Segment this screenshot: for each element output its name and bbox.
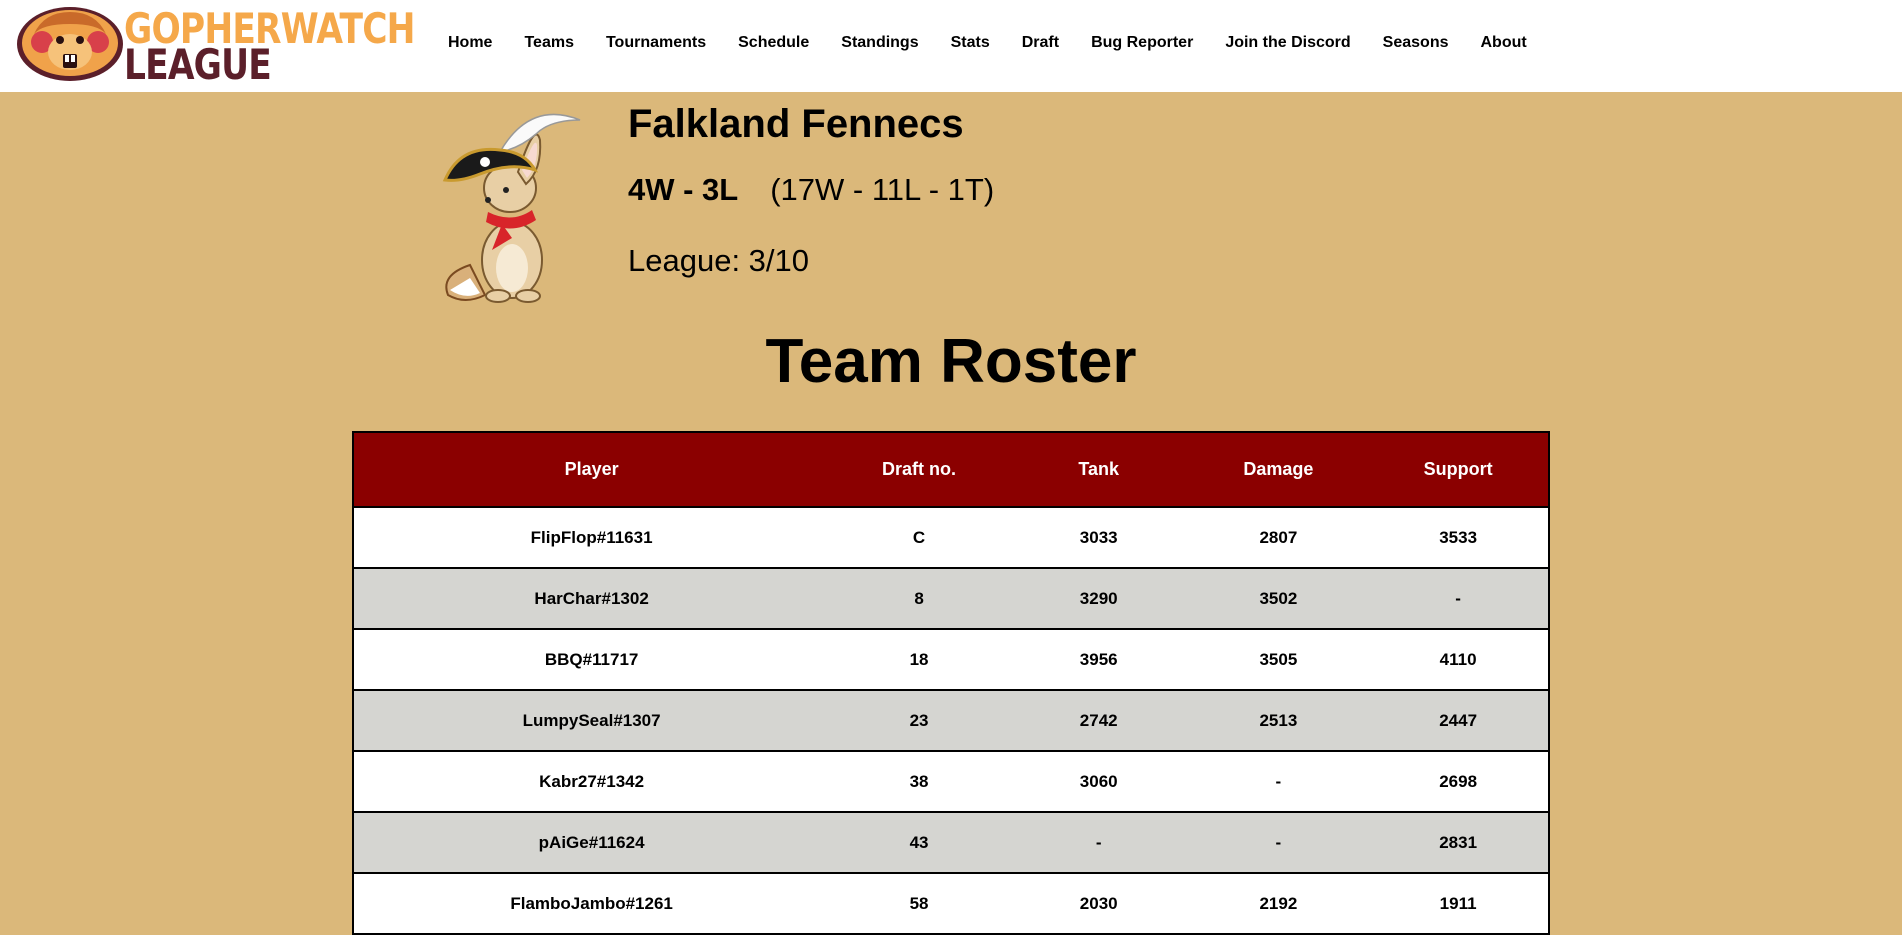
overall-record: (17W - 11L - 1T): [770, 172, 995, 207]
player-name[interactable]: Kabr27#1342: [353, 751, 830, 813]
nav-about[interactable]: About: [1480, 34, 1526, 52]
nav-home[interactable]: Home: [448, 34, 492, 52]
draft-no: 23: [829, 690, 1009, 752]
support-sr: 2447: [1368, 690, 1549, 752]
support-sr: 4110: [1368, 629, 1549, 691]
draft-no: C: [829, 507, 1009, 569]
damage-sr: 3502: [1188, 568, 1369, 630]
league-rank: League: 3/10: [628, 243, 810, 278]
roster-title: Team Roster: [765, 327, 1137, 396]
gopher-logo-icon: [17, 7, 123, 81]
nav-tournaments[interactable]: Tournaments: [606, 34, 706, 52]
brand-name-line2: LEAGUE: [124, 40, 272, 89]
support-sr: 2698: [1368, 751, 1549, 813]
tank-sr: 2742: [1008, 690, 1189, 752]
draft-no: 38: [829, 751, 1009, 813]
tank-sr: 3290: [1008, 568, 1189, 630]
player-name[interactable]: FlipFlop#11631: [353, 507, 830, 569]
draft-no: 8: [829, 568, 1009, 630]
roster-header-row: Player Draft no. Tank Damage Support: [353, 432, 1549, 508]
player-name[interactable]: FlamboJambo#1261: [353, 873, 830, 935]
support-sr: -: [1368, 568, 1549, 630]
table-row: BBQ#11717 18 3956 3505 4110: [353, 629, 1549, 691]
nav-draft[interactable]: Draft: [1022, 34, 1059, 52]
table-row: FlamboJambo#1261 58 2030 2192 1911: [353, 873, 1549, 935]
col-header-damage: Damage: [1188, 432, 1369, 508]
damage-sr: -: [1188, 751, 1369, 813]
damage-sr: 2192: [1188, 873, 1369, 935]
nav-standings[interactable]: Standings: [841, 34, 918, 52]
table-row: FlipFlop#11631 C 3033 2807 3533: [353, 507, 1549, 569]
col-header-support: Support: [1368, 432, 1549, 508]
player-name[interactable]: LumpySeal#1307: [353, 690, 830, 752]
damage-sr: 2807: [1188, 507, 1369, 569]
top-navbar: GOPHERWATCH LEAGUE Home Teams Tournament…: [0, 0, 1902, 92]
col-header-draft-no: Draft no.: [829, 432, 1009, 508]
table-row: LumpySeal#1307 23 2742 2513 2447: [353, 690, 1549, 752]
draft-no: 58: [829, 873, 1009, 935]
tank-sr: 3033: [1008, 507, 1189, 569]
nav-bug-reporter[interactable]: Bug Reporter: [1091, 34, 1193, 52]
site-logo-link[interactable]: GOPHERWATCH LEAGUE: [14, 4, 415, 89]
nav-seasons[interactable]: Seasons: [1383, 34, 1449, 52]
damage-sr: 3505: [1188, 629, 1369, 691]
pirate-fennec-fox-icon: [442, 113, 581, 303]
nav-join-discord[interactable]: Join the Discord: [1225, 34, 1350, 52]
draft-no: 18: [829, 629, 1009, 691]
support-sr: 1911: [1368, 873, 1549, 935]
table-row: Kabr27#1342 38 3060 - 2698: [353, 751, 1549, 813]
tank-sr: 3060: [1008, 751, 1189, 813]
draft-no: 43: [829, 812, 1009, 874]
player-name[interactable]: HarChar#1302: [353, 568, 830, 630]
damage-sr: -: [1188, 812, 1369, 874]
support-sr: 3533: [1368, 507, 1549, 569]
table-row: HarChar#1302 8 3290 3502 -: [353, 568, 1549, 630]
player-name[interactable]: BBQ#11717: [353, 629, 830, 691]
roster-table: Player Draft no. Tank Damage Support Fli…: [352, 431, 1550, 935]
support-sr: 2831: [1368, 812, 1549, 874]
player-name[interactable]: pAiGe#11624: [353, 812, 830, 874]
tank-sr: 3956: [1008, 629, 1189, 691]
team-record: 4W - 3L (17W - 11L - 1T): [628, 172, 994, 208]
table-row: pAiGe#11624 43 - - 2831: [353, 812, 1549, 874]
col-header-player: Player: [353, 432, 830, 508]
tank-sr: 2030: [1008, 873, 1189, 935]
main-nav: Home Teams Tournaments Schedule Standing…: [448, 34, 1559, 52]
nav-stats[interactable]: Stats: [951, 34, 990, 52]
damage-sr: 2513: [1188, 690, 1369, 752]
col-header-tank: Tank: [1008, 432, 1189, 508]
team-name: Falkland Fennecs: [628, 102, 964, 146]
nav-schedule[interactable]: Schedule: [738, 34, 809, 52]
season-record: 4W - 3L: [628, 172, 739, 207]
tank-sr: -: [1008, 812, 1189, 874]
nav-teams[interactable]: Teams: [524, 34, 574, 52]
